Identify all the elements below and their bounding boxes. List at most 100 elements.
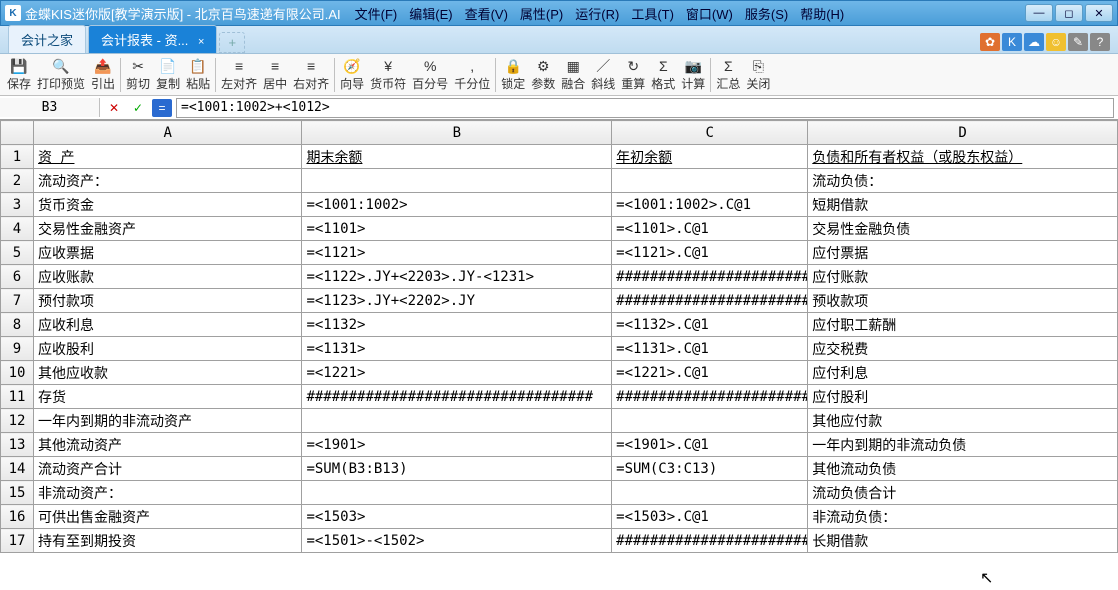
cell-C9[interactable]: =<1131>.C@1 [612,337,808,361]
cell-A15[interactable]: 非流动资产： [34,481,302,505]
menu-item[interactable]: 查看(V) [459,4,514,23]
row-header[interactable]: 10 [1,361,34,385]
row-header[interactable]: 17 [1,529,34,553]
menu-item[interactable]: 工具(T) [625,4,680,23]
toolbar-锁定[interactable]: 🔒锁定 [498,56,528,93]
cell-C6[interactable]: ######################## [612,265,808,289]
cell-B10[interactable]: =<1221> [302,361,612,385]
cell-A7[interactable]: 预付款项 [34,289,302,313]
cell-B11[interactable]: ################################## [302,385,612,409]
cell-B5[interactable]: =<1121> [302,241,612,265]
menu-item[interactable]: 运行(R) [569,4,625,23]
cell-D5[interactable]: 应付票据 [808,241,1118,265]
cell-B12[interactable] [302,409,612,433]
toolbar-保存[interactable]: 💾保存 [4,56,34,93]
col-header-A[interactable]: A [34,121,302,145]
tab-close-icon[interactable]: × [198,36,204,48]
menu-item[interactable]: 编辑(E) [403,4,458,23]
toolbar-剪切[interactable]: ✂剪切 [123,56,153,93]
cell-C2[interactable] [612,169,808,193]
cell-A1[interactable]: 资 产 [34,145,302,169]
tab-new-button[interactable]: + [219,32,245,53]
close-button[interactable]: ✕ [1085,4,1113,22]
cell-B7[interactable]: =<1123>.JY+<2202>.JY [302,289,612,313]
tab-report[interactable]: 会计报表 - 资... × [88,25,217,53]
cell-C5[interactable]: =<1121>.C@1 [612,241,808,265]
cell-A3[interactable]: 货币资金 [34,193,302,217]
toolbar-居中[interactable]: ≡居中 [260,56,290,93]
cell-A14[interactable]: 流动资产合计 [34,457,302,481]
cell-D17[interactable]: 长期借款 [808,529,1118,553]
row-header[interactable]: 3 [1,193,34,217]
toolbar-计算[interactable]: 📷计算 [678,56,708,93]
header-icon-1[interactable]: ✿ [980,33,1000,51]
cell-reference[interactable]: B3 [0,98,100,117]
row-header[interactable]: 6 [1,265,34,289]
toolbar-引出[interactable]: 📤引出 [88,56,118,93]
formula-input[interactable] [176,98,1114,118]
cell-C11[interactable]: ######################## [612,385,808,409]
toolbar-左对齐[interactable]: ≡左对齐 [218,56,260,93]
cell-C13[interactable]: =<1901>.C@1 [612,433,808,457]
cell-B2[interactable] [302,169,612,193]
cell-A2[interactable]: 流动资产： [34,169,302,193]
cell-C4[interactable]: =<1101>.C@1 [612,217,808,241]
formula-cancel-icon[interactable]: ✕ [104,99,124,117]
toolbar-融合[interactable]: ▦融合 [558,56,588,93]
col-header-C[interactable]: C [612,121,808,145]
toolbar-右对齐[interactable]: ≡右对齐 [290,56,332,93]
cell-A12[interactable]: 一年内到期的非流动资产 [34,409,302,433]
toolbar-参数[interactable]: ⚙参数 [528,56,558,93]
cell-A11[interactable]: 存货 [34,385,302,409]
menu-item[interactable]: 属性(P) [514,4,569,23]
row-header[interactable]: 4 [1,217,34,241]
cell-D11[interactable]: 应付股利 [808,385,1118,409]
cell-B13[interactable]: =<1901> [302,433,612,457]
menu-item[interactable]: 服务(S) [739,4,794,23]
header-icon-help[interactable]: ? [1090,33,1110,51]
cell-D7[interactable]: 预收款项 [808,289,1118,313]
cell-C17[interactable]: ######################## [612,529,808,553]
toolbar-格式[interactable]: Σ格式 [648,56,678,93]
cell-B15[interactable] [302,481,612,505]
row-header[interactable]: 12 [1,409,34,433]
toolbar-关闭[interactable]: ⎘关闭 [743,56,773,93]
row-header[interactable]: 15 [1,481,34,505]
select-all-corner[interactable] [1,121,34,145]
cell-B1[interactable]: 期末余额 [302,145,612,169]
tab-home[interactable]: 会计之家 [8,25,86,53]
toolbar-货币符[interactable]: ¥货币符 [367,56,409,93]
col-header-D[interactable]: D [808,121,1118,145]
header-icon-3[interactable]: ☁ [1024,33,1044,51]
toolbar-复制[interactable]: 📄复制 [153,56,183,93]
toolbar-千分位[interactable]: ,千分位 [451,56,493,93]
cell-B14[interactable]: =SUM(B3:B13) [302,457,612,481]
cell-D15[interactable]: 流动负债合计 [808,481,1118,505]
header-icon-2[interactable]: K [1002,33,1022,51]
toolbar-百分号[interactable]: %百分号 [409,56,451,93]
cell-B6[interactable]: =<1122>.JY+<2203>.JY-<1231> [302,265,612,289]
row-header[interactable]: 2 [1,169,34,193]
cell-D4[interactable]: 交易性金融负债 [808,217,1118,241]
cell-C14[interactable]: =SUM(C3:C13) [612,457,808,481]
cell-C10[interactable]: =<1221>.C@1 [612,361,808,385]
menu-item[interactable]: 文件(F) [349,4,404,23]
row-header[interactable]: 1 [1,145,34,169]
maximize-button[interactable]: ◻ [1055,4,1083,22]
cell-A13[interactable]: 其他流动资产 [34,433,302,457]
spreadsheet-grid[interactable]: A B C D 1资 产期末余额年初余额负债和所有者权益（或股东权益）2流动资产… [0,120,1118,590]
row-header[interactable]: 13 [1,433,34,457]
cell-C3[interactable]: =<1001:1002>.C@1 [612,193,808,217]
menu-item[interactable]: 帮助(H) [794,4,850,23]
cell-D8[interactable]: 应付职工薪酬 [808,313,1118,337]
cell-B16[interactable]: =<1503> [302,505,612,529]
formula-equals-icon[interactable]: = [152,99,172,117]
cell-D2[interactable]: 流动负债： [808,169,1118,193]
cell-C15[interactable] [612,481,808,505]
toolbar-打印预览[interactable]: 🔍打印预览 [34,56,88,93]
cell-D9[interactable]: 应交税费 [808,337,1118,361]
minimize-button[interactable]: — [1025,4,1053,22]
cell-D6[interactable]: 应付账款 [808,265,1118,289]
cell-D1[interactable]: 负债和所有者权益（或股东权益） [808,145,1118,169]
cell-D10[interactable]: 应付利息 [808,361,1118,385]
